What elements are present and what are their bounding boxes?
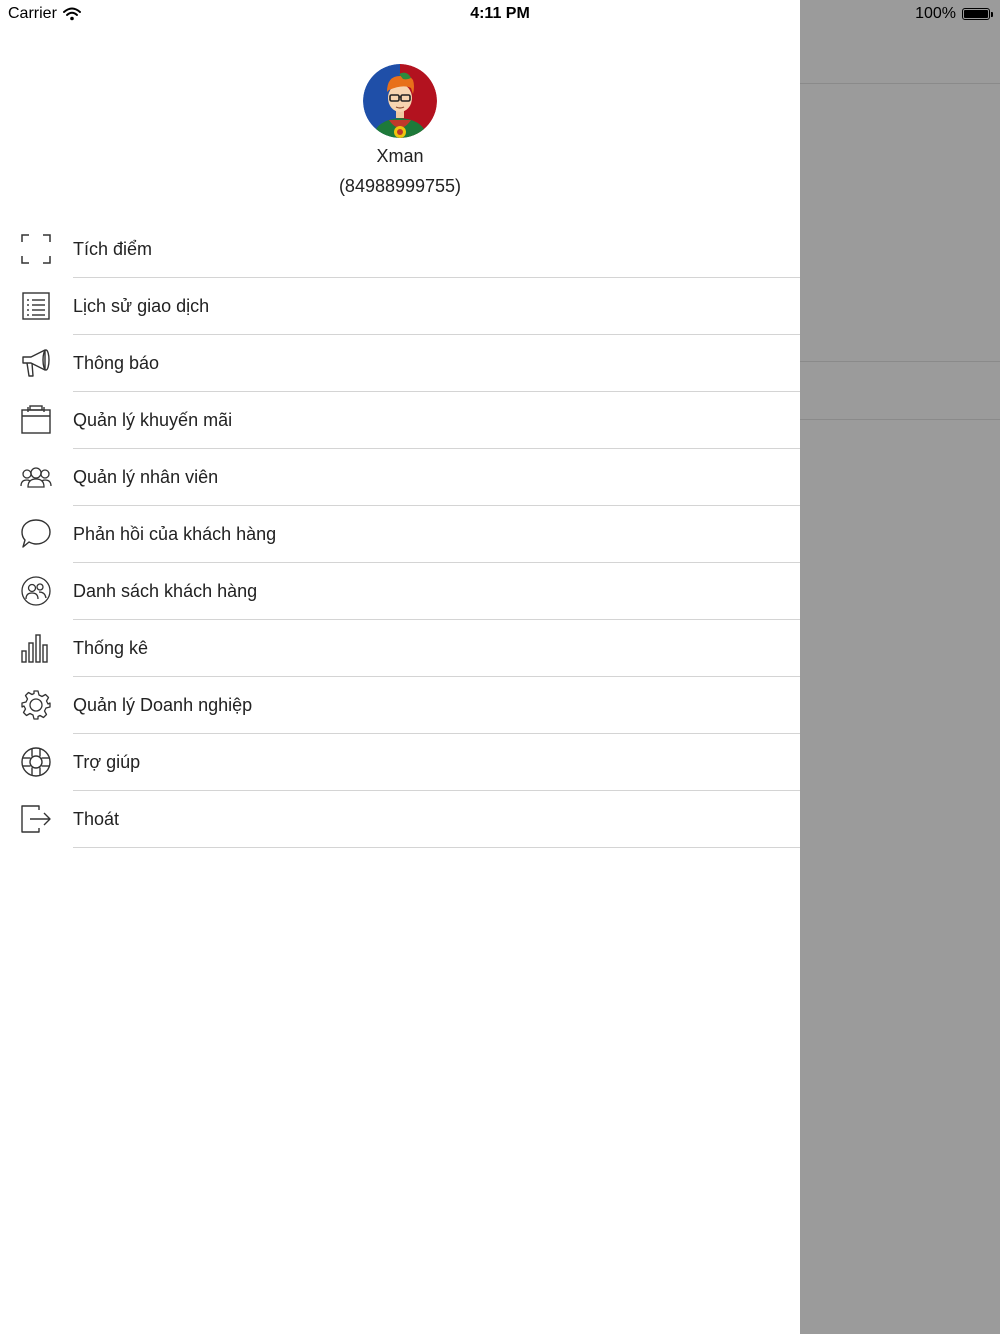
status-bar: Carrier 4:11 PM 100%: [0, 0, 1000, 28]
menu-item-thong-ke[interactable]: Thống kê: [0, 620, 800, 677]
menu-item-label: Trợ giúp: [73, 752, 141, 772]
background-divider: [800, 419, 1000, 420]
menu-item-quan-ly-nhan-vien[interactable]: Quản lý nhân viên: [0, 449, 800, 506]
battery-percentage: 100%: [915, 5, 956, 22]
menu-item-label: Danh sách khách hàng: [73, 581, 258, 601]
megaphone-icon: [19, 346, 53, 380]
menu-item-lich-su-giao-dich[interactable]: Lịch sử giao dịch: [0, 278, 800, 335]
avatar[interactable]: [363, 64, 437, 138]
list-document-icon: [19, 289, 53, 323]
user-name: Xman: [376, 146, 424, 166]
chat-bubble-icon: [19, 517, 53, 551]
menu-item-label: Quản lý nhân viên: [73, 467, 219, 487]
menu-item-quan-ly-khuyen-mai[interactable]: Quản lý khuyến mãi: [0, 392, 800, 449]
menu-item-tro-giup[interactable]: Trợ giúp: [0, 734, 800, 791]
calendar-briefcase-icon: [19, 403, 53, 437]
menu-item-label: Lịch sử giao dịch: [73, 296, 210, 316]
bar-chart-icon: [19, 631, 53, 665]
menu-item-label: Thông báo: [73, 353, 160, 373]
battery-info: 100%: [915, 5, 993, 23]
menu-item-thoat[interactable]: Thoát: [0, 791, 800, 848]
side-menu-drawer: Xman (84988999755) Tích điểm Lịch sử gia…: [0, 0, 800, 1334]
menu-item-tich-diem[interactable]: Tích điểm: [0, 221, 800, 278]
menu-item-label: Thống kê: [73, 638, 149, 658]
menu-item-label: Quản lý khuyến mãi: [73, 410, 233, 430]
user-phone: (84988999755): [338, 176, 462, 196]
profile-header: Xman (84988999755): [0, 64, 800, 197]
menu-item-thong-bao[interactable]: Thông báo: [0, 335, 800, 392]
menu-list: Tích điểm Lịch sử giao dịch Thông báo Qu…: [0, 221, 800, 848]
background-divider: [800, 361, 1000, 362]
customers-circle-icon: [19, 574, 53, 608]
menu-item-label: Phản hồi của khách hàng: [73, 524, 277, 544]
gear-icon: [19, 688, 53, 722]
clock: 4:11 PM: [470, 5, 530, 22]
lifebuoy-icon: [19, 745, 53, 779]
background-divider: [800, 83, 1000, 84]
logout-icon: [19, 802, 53, 836]
menu-item-label: Tích điểm: [73, 239, 153, 259]
menu-item-label: Thoát: [73, 809, 120, 829]
divider: [73, 847, 800, 848]
menu-item-quan-ly-doanh-nghiep[interactable]: Quản lý Doanh nghiệp: [0, 677, 800, 734]
dimmed-background[interactable]: [800, 0, 1000, 1334]
menu-item-danh-sach-khach-hang[interactable]: Danh sách khách hàng: [0, 563, 800, 620]
scan-frame-icon: [19, 232, 53, 266]
people-group-icon: [19, 460, 53, 494]
battery-icon: [962, 8, 993, 20]
menu-item-phan-hoi-khach-hang[interactable]: Phản hồi của khách hàng: [0, 506, 800, 563]
menu-item-label: Quản lý Doanh nghiệp: [73, 695, 253, 715]
